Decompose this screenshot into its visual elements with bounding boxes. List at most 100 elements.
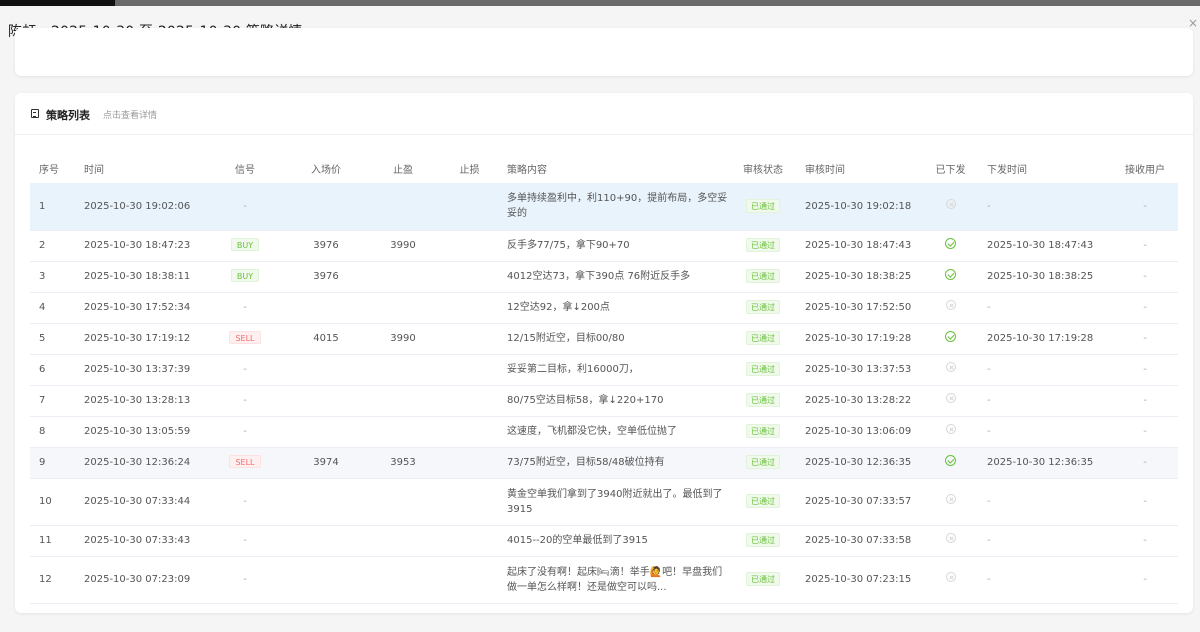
- signal-empty: -: [243, 535, 247, 546]
- table-row[interactable]: 8 2025-10-30 13:05:59 - 这速度，飞机都没它快，空单低位抛了 已通…: [30, 416, 1178, 448]
- table-row[interactable]: 7 2025-10-30 13:28:13 - 80/75空达目标58，拿↓220+1…: [30, 385, 1178, 417]
- close-circle-icon: [945, 424, 956, 434]
- cell-receiver: -: [1112, 385, 1178, 417]
- table-row[interactable]: 9 2025-10-30 12:36:24 SELL 3974 3953 73/75附近空…: [30, 447, 1178, 479]
- summary-card: [15, 28, 1193, 76]
- cell-status: 已通过: [730, 292, 796, 324]
- col-header-tp[interactable]: 止盈: [365, 153, 441, 183]
- cell-entry: [287, 354, 365, 386]
- cell-no: 4: [30, 292, 75, 324]
- cell-sent-time: -: [978, 183, 1112, 231]
- close-circle-icon: [945, 572, 956, 582]
- sell-badge: SELL: [229, 331, 261, 344]
- cell-content: 多单持续盈利中，利110+90，提前布局，多空妥妥的: [498, 183, 730, 231]
- table-row[interactable]: 2 2025-10-30 18:47:23 BUY 3976 3990 反手多77/75，…: [30, 230, 1178, 262]
- cell-status: 已通过: [730, 416, 796, 448]
- status-badge: 已通过: [746, 424, 780, 438]
- table-row[interactable]: 3 2025-10-30 18:38:11 BUY 3976 4012空达73，拿下39…: [30, 261, 1178, 293]
- cell-sent-time: -: [978, 385, 1112, 417]
- signal-empty: -: [243, 496, 247, 507]
- col-header-sl[interactable]: 止损: [441, 153, 498, 183]
- status-badge: 已通过: [746, 572, 780, 586]
- cell-sent-time: -: [978, 416, 1112, 448]
- cell-entry: 3976: [287, 261, 365, 293]
- cell-signal: BUY: [203, 261, 287, 293]
- table-row[interactable]: 6 2025-10-30 13:37:39 - 妥妥第二目标，利16000刀， 已通过 2…: [30, 354, 1178, 386]
- cell-no: 10: [30, 478, 75, 526]
- table-row[interactable]: 1 2025-10-30 19:02:06 - 多单持续盈利中，利110+90，提前布…: [30, 183, 1178, 231]
- table-row[interactable]: 4 2025-10-30 17:52:34 - 12空达92，拿↓200点 已通过 202…: [30, 292, 1178, 324]
- cell-entry: [287, 385, 365, 417]
- cell-take-profit: 3990: [365, 230, 441, 262]
- table-row[interactable]: 5 2025-10-30 17:19:12 SELL 4015 3990 12/15附近空…: [30, 323, 1178, 355]
- signal-empty: -: [243, 302, 247, 313]
- cell-sent-time: -: [978, 525, 1112, 557]
- cell-signal: -: [203, 183, 287, 231]
- table-row[interactable]: 12 2025-10-30 07:23:09 - 起床了没有啊！起床🛏滴！举手🙋吧！早…: [30, 556, 1178, 604]
- strategy-list-card: 策略列表 点击查看详情 序号 时间 信号 入场价 止盈 止损 策略内容 审核状态…: [15, 93, 1193, 613]
- cell-no: 8: [30, 416, 75, 448]
- cell-stop-loss: [441, 183, 498, 231]
- cell-sent-time: 2025-10-30 18:47:43: [978, 230, 1112, 262]
- cell-status: 已通过: [730, 261, 796, 293]
- sell-badge: SELL: [229, 455, 261, 468]
- cell-time: 2025-10-30 07:33:44: [75, 478, 203, 526]
- close-circle-icon: [945, 494, 956, 504]
- col-header-status[interactable]: 审核状态: [730, 153, 796, 183]
- cell-status: 已通过: [730, 478, 796, 526]
- close-circle-icon: [945, 533, 956, 543]
- cell-take-profit: [365, 292, 441, 324]
- cell-no: 1: [30, 183, 75, 231]
- col-header-review-time[interactable]: 审核时间: [796, 153, 923, 183]
- cell-receiver: -: [1112, 525, 1178, 557]
- cell-signal: -: [203, 525, 287, 557]
- strategy-detail-dialog: 陈虹 - 2025-10-30 至 2025-10-30 策略详情 × 策略列表…: [0, 6, 1200, 632]
- cell-time: 2025-10-30 18:38:11: [75, 261, 203, 293]
- cell-review-time: 2025-10-30 07:33:58: [796, 525, 923, 557]
- col-header-entry[interactable]: 入场价: [287, 153, 365, 183]
- cell-signal: -: [203, 416, 287, 448]
- cell-review-time: 2025-10-30 17:19:28: [796, 323, 923, 355]
- status-badge: 已通过: [746, 455, 780, 469]
- col-header-time[interactable]: 时间: [75, 153, 203, 183]
- col-header-sent[interactable]: 已下发: [923, 153, 978, 183]
- table-row[interactable]: 11 2025-10-30 07:33:43 - 4015--20的空单最低到了391…: [30, 525, 1178, 557]
- cell-time: 2025-10-30 17:52:34: [75, 292, 203, 324]
- col-header-no[interactable]: 序号: [30, 153, 75, 183]
- card-title: 策略列表: [46, 109, 90, 122]
- cell-time: 2025-10-30 18:47:23: [75, 230, 203, 262]
- cell-entry: [287, 416, 365, 448]
- table-row[interactable]: 10 2025-10-30 07:33:44 - 黄金空单我们拿到了3940附近就出了…: [30, 478, 1178, 526]
- cell-signal: BUY: [203, 230, 287, 262]
- col-header-sent-time[interactable]: 下发时间: [978, 153, 1112, 183]
- cell-content: 妥妥第二目标，利16000刀，: [498, 354, 730, 386]
- cell-signal: -: [203, 385, 287, 417]
- cell-content: 73/75附近空，目标58/48破位持有: [498, 447, 730, 479]
- check-circle-icon: [945, 268, 956, 280]
- cell-sent-time: 2025-10-30 18:38:25: [978, 261, 1112, 293]
- cell-signal: -: [203, 354, 287, 386]
- cell-stop-loss: [441, 230, 498, 262]
- cell-content: 12/15附近空，目标00/80: [498, 323, 730, 355]
- close-circle-icon: [945, 198, 956, 209]
- cell-review-time: 2025-10-30 18:38:25: [796, 261, 923, 293]
- cell-signal: -: [203, 478, 287, 526]
- col-header-content[interactable]: 策略内容: [498, 153, 730, 183]
- close-circle-icon: [945, 362, 956, 372]
- cell-sent: [923, 292, 978, 324]
- col-header-signal[interactable]: 信号: [203, 153, 287, 183]
- cell-sent-time: 2025-10-30 17:19:28: [978, 323, 1112, 355]
- cell-receiver: -: [1112, 292, 1178, 324]
- table-body: 1 2025-10-30 19:02:06 - 多单持续盈利中，利110+90，提前布…: [30, 183, 1178, 604]
- status-badge: 已通过: [746, 238, 780, 252]
- card-hint: 点击查看详情: [103, 111, 158, 121]
- cell-no: 6: [30, 354, 75, 386]
- cell-time: 2025-10-30 12:36:24: [75, 447, 203, 479]
- signal-empty: -: [243, 426, 247, 437]
- cell-content: 12空达92，拿↓200点: [498, 292, 730, 324]
- cell-receiver: -: [1112, 556, 1178, 604]
- col-header-receiver[interactable]: 接收用户: [1112, 153, 1178, 183]
- status-badge: 已通过: [746, 269, 780, 283]
- cell-take-profit: [365, 354, 441, 386]
- status-badge: 已通过: [746, 494, 780, 508]
